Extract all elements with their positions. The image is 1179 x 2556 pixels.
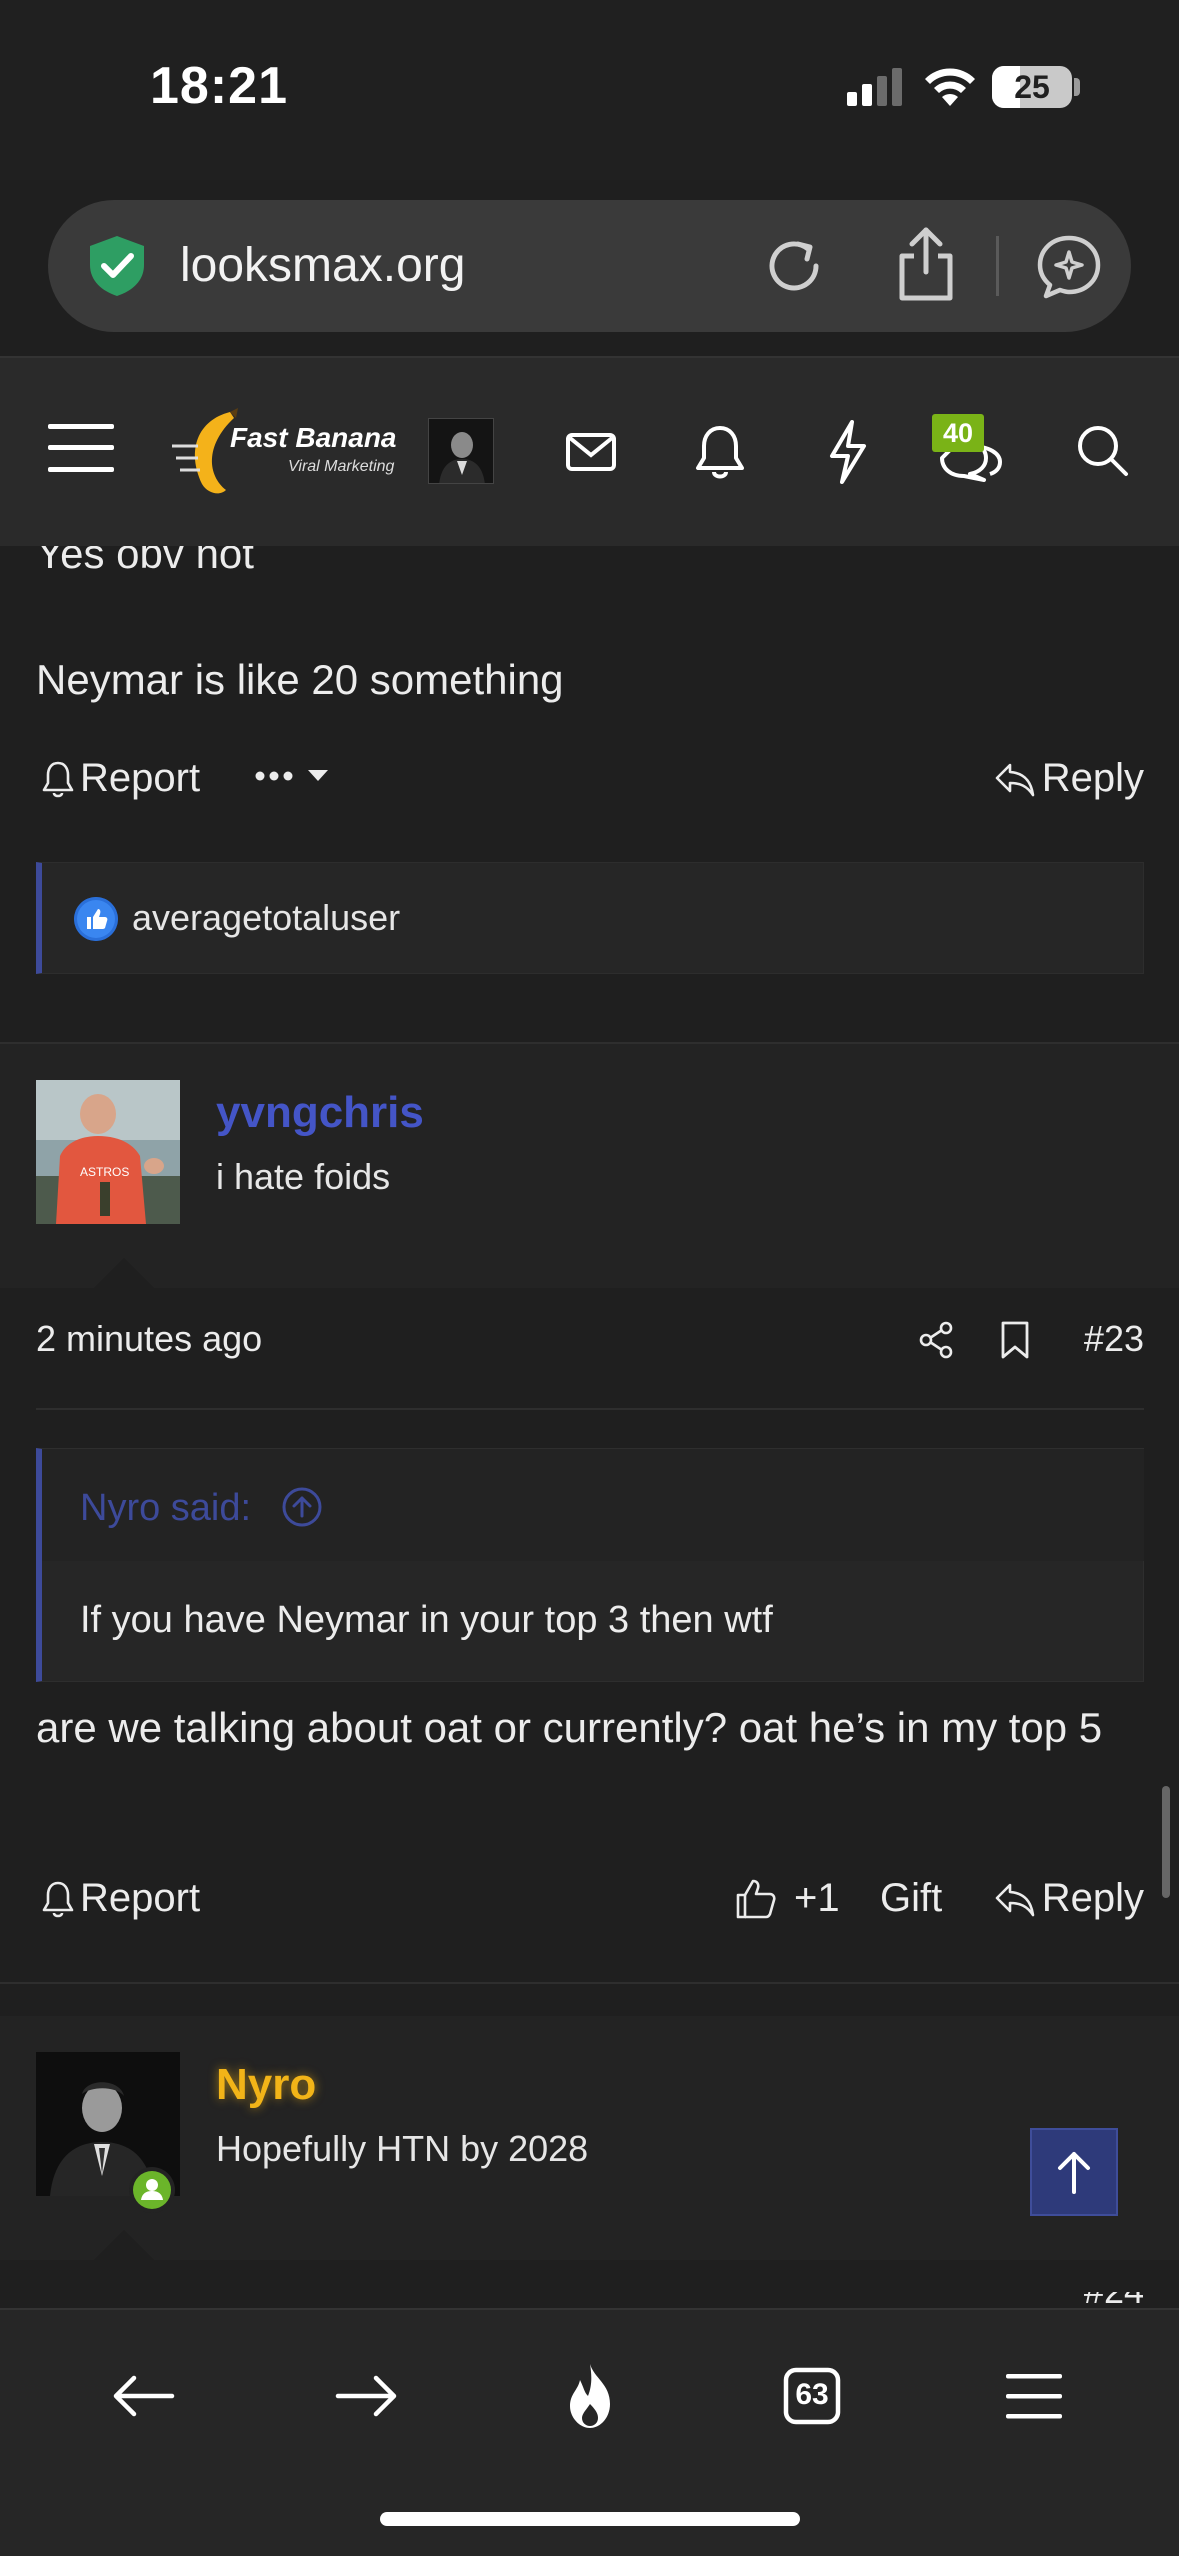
like-button[interactable]: +1	[734, 1876, 840, 1921]
more-dots-icon	[255, 770, 328, 781]
forward-arrow-icon[interactable]	[330, 2360, 402, 2432]
arrow-up-icon	[1058, 2152, 1090, 2194]
reply-button[interactable]: Reply	[994, 1876, 1144, 1921]
avatar[interactable]: ASTROS	[36, 1080, 180, 1224]
tabs-button[interactable]: 63	[776, 2360, 848, 2432]
quote-author[interactable]: Nyro said:	[80, 1487, 251, 1530]
user-title: Hopefully HTN by 2028	[216, 2128, 589, 2169]
logo-title: Fast Banana	[230, 422, 397, 453]
post-user-block: ASTROS yvngchris i hate foids	[0, 1044, 1179, 1288]
post-number[interactable]: #24	[1084, 2292, 1144, 2308]
username[interactable]: yvngchris	[216, 1088, 424, 1138]
liked-by-user[interactable]: averagetotaluser	[132, 897, 400, 939]
gift-button[interactable]: Gift	[880, 1876, 942, 1921]
online-status-icon	[129, 2167, 175, 2213]
tab-count: 63	[795, 2378, 829, 2411]
share-icon[interactable]	[896, 226, 956, 302]
menu-icon[interactable]	[998, 2360, 1070, 2432]
shield-check-icon	[90, 236, 144, 296]
status-bar: 18:21 25	[0, 0, 1179, 180]
site-navbar: Fast Banana Viral Marketing 40	[0, 358, 1179, 546]
bookmark-icon[interactable]	[998, 1320, 1032, 1360]
thread-content: Yes obv not Neymar is like 20 something …	[0, 546, 1179, 2308]
reply-label: Reply	[1041, 1876, 1144, 1920]
username[interactable]: Nyro	[216, 2060, 316, 2110]
post-timestamp[interactable]: 2 minutes ago	[36, 1318, 262, 1360]
svg-text:ASTROS: ASTROS	[80, 1165, 129, 1179]
divider	[36, 1408, 1144, 1410]
bell-icon	[42, 761, 74, 797]
post-user-block: Nyro Hopefully HTN by 2028	[0, 2016, 1179, 2260]
like-count: +1	[794, 1876, 840, 1920]
reply-icon	[995, 763, 1035, 796]
site-logo[interactable]: Fast Banana Viral Marketing	[168, 406, 398, 498]
post-text: Neymar is like 20 something	[36, 656, 564, 703]
more-menu-button[interactable]	[252, 756, 332, 796]
reply-icon	[995, 1883, 1035, 1916]
quote-text: If you have Neymar in your top 3 then wt…	[80, 1599, 773, 1641]
reactions-bar[interactable]: averagetotaluser	[36, 862, 1144, 974]
thumbs-up-icon	[736, 1879, 776, 1918]
bell-icon[interactable]	[692, 422, 748, 482]
logo-subtitle: Viral Marketing	[288, 458, 395, 475]
post-actions: Report Reply	[36, 756, 1144, 816]
back-arrow-icon[interactable]	[108, 2360, 180, 2432]
post-number[interactable]: #23	[1084, 1318, 1144, 1360]
cellular-signal-icon	[847, 68, 902, 106]
status-time: 18:21	[150, 57, 288, 115]
mail-icon[interactable]	[565, 426, 617, 478]
wifi-icon	[925, 68, 975, 106]
post-text-cut: Yes obv not	[36, 546, 254, 577]
assistant-chat-icon[interactable]	[1034, 232, 1104, 302]
flame-icon[interactable]	[554, 2360, 626, 2432]
reload-icon[interactable]	[762, 234, 826, 298]
gift-label: Gift	[880, 1876, 943, 1920]
caret	[94, 1258, 154, 1288]
battery-level: 25	[1014, 69, 1050, 105]
report-label: Report	[80, 756, 201, 800]
jump-to-quote-icon[interactable]	[280, 1485, 324, 1529]
divider	[0, 1982, 1179, 1984]
home-indicator[interactable]	[380, 2512, 800, 2526]
scrollbar-thumb[interactable]	[1162, 1786, 1170, 1898]
quote-block: Nyro said: If you have Neymar in your to…	[36, 1448, 1144, 1682]
hamburger-menu-icon[interactable]	[48, 422, 114, 474]
battery-icon: 25	[992, 62, 1080, 110]
report-label: Report	[80, 1876, 201, 1920]
search-icon[interactable]	[1074, 422, 1130, 478]
post-meta: 2 minutes ago #23	[36, 1316, 1144, 1366]
scroll-to-top-button[interactable]	[1030, 2128, 1118, 2216]
reply-button[interactable]: Reply	[994, 756, 1144, 801]
bell-icon	[42, 1881, 74, 1917]
quote-header: Nyro said:	[42, 1449, 1144, 1561]
like-reaction-icon	[74, 897, 118, 941]
post-text: are we talking about oat or currently? o…	[36, 1704, 1103, 1751]
divider	[996, 236, 999, 296]
report-button[interactable]: Report	[42, 756, 200, 801]
address-bar[interactable]: looksmax.org	[48, 200, 1131, 332]
caret	[94, 2230, 154, 2260]
share-icon[interactable]	[918, 1320, 954, 1360]
post-meta-cut: #24	[36, 2292, 1144, 2308]
conversations-badge: 40	[932, 414, 984, 452]
lightning-bolt-icon[interactable]	[826, 420, 870, 484]
user-avatar[interactable]	[428, 418, 494, 484]
url-text[interactable]: looksmax.org	[180, 238, 465, 293]
user-title: i hate foids	[216, 1156, 391, 1197]
report-button[interactable]: Report	[42, 1876, 200, 1921]
post-actions: Report +1 Gift Reply	[36, 1876, 1144, 1936]
reply-label: Reply	[1041, 756, 1144, 800]
